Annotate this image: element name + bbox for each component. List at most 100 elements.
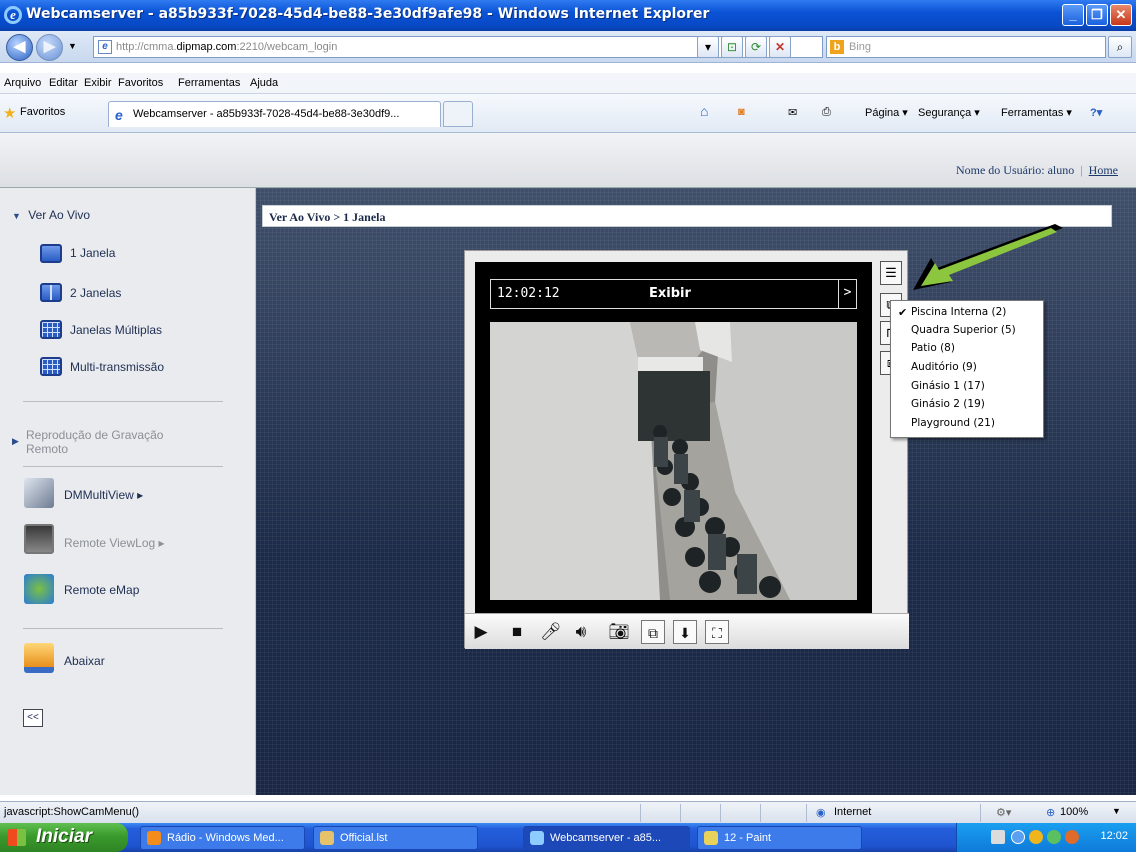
- safety-menu[interactable]: Segurança ▾: [918, 106, 980, 119]
- close-button[interactable]: ✕: [1110, 4, 1132, 26]
- status-divider: [980, 804, 981, 822]
- stop-icon[interactable]: ✕: [769, 36, 791, 58]
- favorites-button[interactable]: Favoritos: [20, 106, 65, 118]
- task-official-lst[interactable]: Official.lst: [313, 826, 478, 850]
- sidebar-item-1-janela[interactable]: 1 Janela: [70, 246, 115, 260]
- paint-icon: [704, 831, 718, 845]
- ie-task-icon: [530, 831, 544, 845]
- url-prefix: http://cmma.: [116, 41, 177, 53]
- start-button[interactable]: Iniciar: [0, 823, 128, 852]
- network-icon[interactable]: [1047, 830, 1061, 844]
- menu-ferramentas[interactable]: Ferramentas: [178, 77, 240, 89]
- expanded-caret-icon: ▼: [12, 211, 21, 221]
- zoom-dropdown-icon[interactable]: ▼: [1112, 806, 1121, 816]
- menu-editar[interactable]: Editar: [49, 77, 78, 89]
- window-title-bar[interactable]: e Webcamserver - a85b933f-7028-45d4-be88…: [0, 0, 1136, 31]
- collapsed-caret-icon: ▶: [12, 436, 19, 446]
- url-suffix: :2210/webcam_login: [236, 41, 338, 53]
- page-icon: e: [98, 40, 112, 54]
- url-dropdown-icon[interactable]: ▾: [697, 36, 719, 58]
- menu-arquivo[interactable]: Arquivo: [4, 77, 41, 89]
- camera-option-ginasio-1[interactable]: Ginásio 1 (17): [911, 380, 985, 392]
- url-domain: dipmap.com: [176, 41, 237, 53]
- security-shield-icon[interactable]: [1029, 830, 1043, 844]
- task-windows-media[interactable]: Rádio - Windows Med...: [140, 826, 305, 850]
- refresh-icon[interactable]: ⟳: [745, 36, 767, 58]
- search-input[interactable]: b Bing: [826, 36, 1106, 58]
- browser-tab[interactable]: e Webcamserver - a85b933f-7028-45d4-be88…: [108, 101, 441, 127]
- address-bar: ◀ ▶ ▼ e http://cmma.dipmap.com:2210/webc…: [0, 31, 1136, 63]
- sidebar: ▼ Ver Ao Vivo 1 Janela 2 Janelas Janelas…: [0, 188, 256, 795]
- sidebar-dmmultiview[interactable]: DMMultiView ▸: [64, 488, 143, 502]
- new-tab-button[interactable]: [443, 101, 473, 127]
- viewlog-icon: [24, 524, 54, 554]
- switch-camera-icon[interactable]: ⧉: [641, 620, 665, 644]
- minimize-button[interactable]: _: [1062, 4, 1084, 26]
- update-icon[interactable]: [1065, 830, 1079, 844]
- menu-favoritos[interactable]: Favoritos: [118, 77, 163, 89]
- sidebar-item-2-janelas[interactable]: 2 Janelas: [70, 286, 121, 300]
- tools-menu[interactable]: Ferramentas ▾: [1001, 106, 1072, 119]
- home-link[interactable]: Home: [1089, 163, 1118, 177]
- camera-option-auditorio[interactable]: Auditório (9): [911, 361, 977, 373]
- video-next-button[interactable]: >: [838, 280, 856, 308]
- sidebar-remote-viewlog[interactable]: Remote ViewLog ▸: [64, 536, 165, 550]
- zoom-level[interactable]: 100%: [1060, 806, 1088, 818]
- camera-feed-image: [490, 322, 857, 600]
- list-view-icon[interactable]: ☰: [880, 261, 902, 285]
- forward-button[interactable]: ▶: [36, 34, 63, 61]
- maximize-button[interactable]: ❐: [1086, 4, 1108, 26]
- sidebar-abaixar[interactable]: Abaixar: [64, 654, 105, 668]
- search-placeholder: Bing: [849, 41, 872, 53]
- annotation-arrow: [913, 224, 1063, 290]
- sidebar-remote-emap[interactable]: Remote eMap: [64, 583, 139, 597]
- video-title-bar: 12:02:12 Exibir >: [490, 279, 857, 309]
- task-label: 12 - Paint: [724, 832, 772, 844]
- camera-option-piscina-interna[interactable]: Piscina Interna (2): [911, 306, 1006, 318]
- search-icon[interactable]: ⌕: [1108, 36, 1132, 58]
- multi-stream-icon: [40, 357, 62, 376]
- print-icon[interactable]: ⎙: [822, 106, 831, 119]
- user-label: Nome do Usuário: aluno: [955, 163, 1075, 177]
- camera-option-ginasio-2[interactable]: Ginásio 2 (19): [911, 398, 985, 410]
- task-webcamserver[interactable]: Webcamserver - a85...: [523, 826, 690, 850]
- save-icon[interactable]: ⬇: [673, 620, 697, 644]
- camera-menu: ✔ Piscina Interna (2) Quadra Superior (5…: [890, 300, 1044, 438]
- compatibility-icon[interactable]: ⊡: [721, 36, 743, 58]
- single-window-icon: [40, 244, 62, 263]
- camera-option-patio[interactable]: Patio (8): [911, 342, 955, 354]
- camera-option-quadra-superior[interactable]: Quadra Superior (5): [911, 324, 1016, 336]
- back-button[interactable]: ◀: [6, 34, 33, 61]
- multi-windows-icon: [40, 320, 62, 339]
- sidebar-divider: [23, 628, 223, 629]
- speaker-icon[interactable]: 🔊︎: [569, 620, 593, 644]
- fullscreen-icon[interactable]: ⛶: [705, 620, 729, 644]
- two-windows-icon: [40, 283, 62, 302]
- windows-flag-icon: [8, 829, 26, 846]
- home-icon[interactable]: ⌂: [700, 103, 708, 119]
- tab-title: Webcamserver - a85b933f-7028-45d4-be88-3…: [133, 108, 400, 120]
- sidebar-item-multi-transmissao[interactable]: Multi-transmissão: [70, 360, 164, 374]
- keyboard-icon[interactable]: [991, 830, 1005, 844]
- history-dropdown-icon[interactable]: ▼: [68, 41, 77, 51]
- task-label: Official.lst: [340, 832, 388, 844]
- page-menu[interactable]: Página ▾: [865, 106, 908, 119]
- sidebar-item-janelas-multiplas[interactable]: Janelas Múltiplas: [70, 323, 162, 337]
- start-label: Iniciar: [36, 826, 92, 847]
- mail-icon[interactable]: ✉: [788, 106, 797, 119]
- camera-option-playground[interactable]: Playground (21): [911, 417, 995, 429]
- show-icons-icon[interactable]: [1011, 830, 1025, 844]
- microphone-icon[interactable]: 🎤︎: [539, 620, 563, 644]
- file-icon: [320, 831, 334, 845]
- menu-ajuda[interactable]: Ajuda: [250, 77, 278, 89]
- menu-exibir[interactable]: Exibir: [84, 77, 112, 89]
- collapse-sidebar-button[interactable]: <<: [23, 709, 43, 727]
- play-icon[interactable]: ▶: [469, 620, 493, 644]
- stop-icon[interactable]: ■: [505, 620, 529, 644]
- sidebar-section-live[interactable]: ▼ Ver Ao Vivo: [12, 208, 90, 222]
- snapshot-icon[interactable]: 📷︎: [607, 620, 631, 644]
- protected-mode-icon[interactable]: ⚙▾: [996, 806, 1011, 819]
- task-paint[interactable]: 12 - Paint: [697, 826, 862, 850]
- feeds-icon[interactable]: ◙: [738, 106, 745, 118]
- help-icon[interactable]: ?▾: [1090, 106, 1102, 119]
